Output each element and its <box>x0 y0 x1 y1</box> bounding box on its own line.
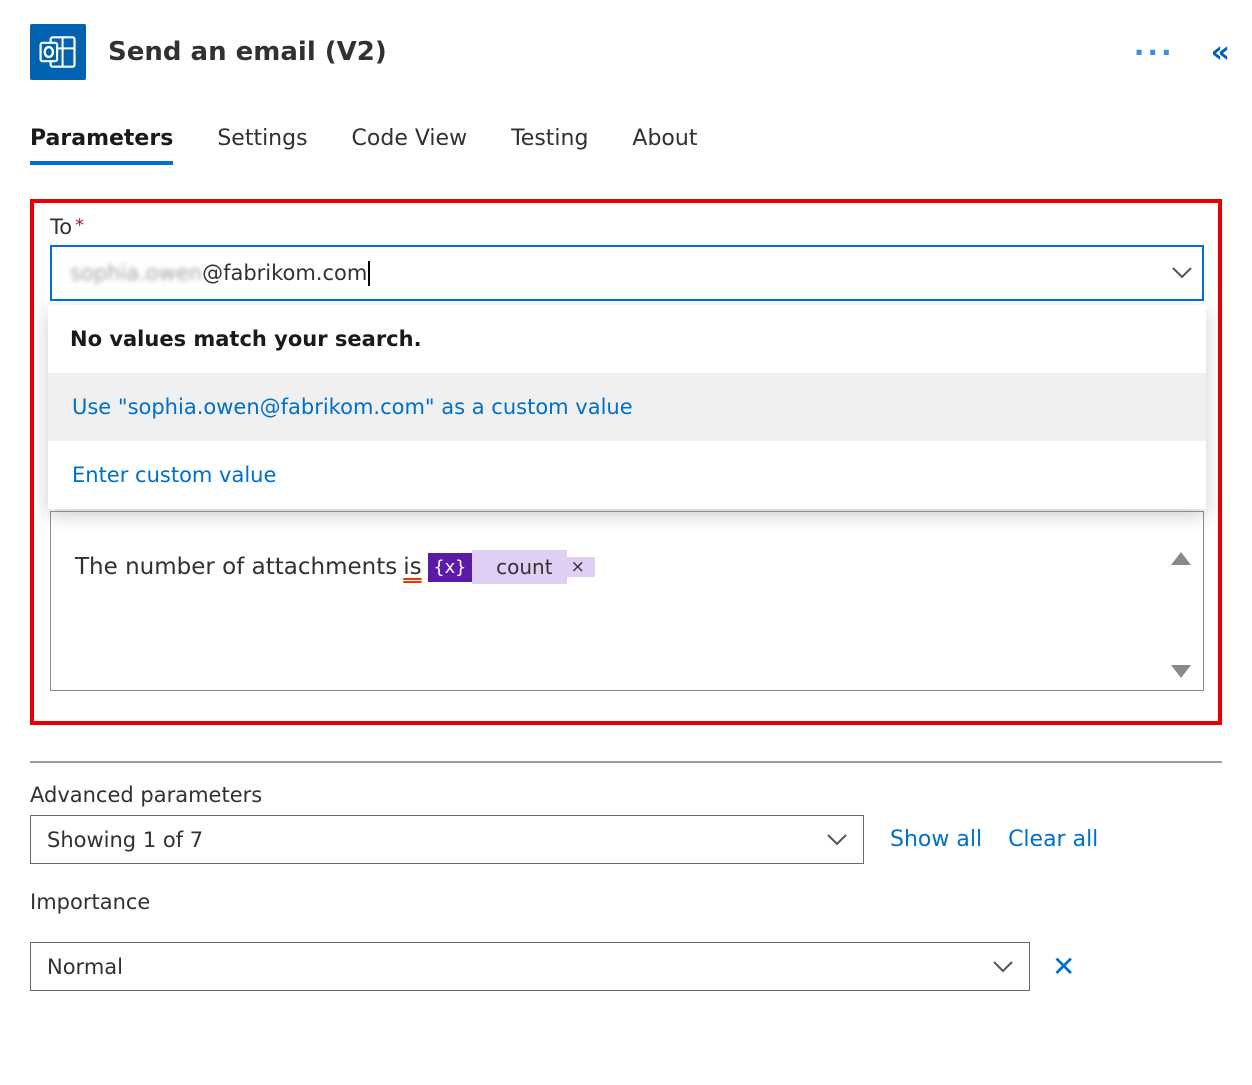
scrollbar[interactable] <box>1171 552 1191 678</box>
body-word-is: is <box>403 554 421 580</box>
more-menu-icon[interactable]: ··· <box>1134 36 1175 69</box>
advanced-parameters-select[interactable]: Showing 1 of 7 <box>30 815 864 864</box>
remove-importance-icon[interactable]: ✕ <box>1052 950 1075 983</box>
dropdown-enter-custom[interactable]: Enter custom value <box>48 441 1206 509</box>
section-divider <box>30 761 1222 763</box>
scroll-down-icon[interactable] <box>1171 665 1191 678</box>
tab-testing[interactable]: Testing <box>511 120 588 165</box>
to-input-value: @fabrikom.com <box>202 261 367 285</box>
dropdown-no-match: No values match your search. <box>48 305 1206 373</box>
tabs: Parameters Settings Code View Testing Ab… <box>30 120 1222 199</box>
chevron-down-icon[interactable] <box>827 834 847 846</box>
advanced-parameters-label: Advanced parameters <box>30 783 1222 815</box>
chevron-down-icon[interactable] <box>993 961 1013 973</box>
to-label: To* <box>50 215 1204 245</box>
body-prefix: The number of attachments <box>75 554 397 580</box>
to-input[interactable]: sophia.owen@fabrikom.com <box>50 245 1204 301</box>
expression-label: count <box>472 550 566 584</box>
tab-settings[interactable]: Settings <box>217 120 307 165</box>
highlighted-region: To* sophia.owen@fabrikom.com No values m… <box>30 199 1222 725</box>
tab-code-view[interactable]: Code View <box>352 120 468 165</box>
to-dropdown: No values match your search. Use "sophia… <box>48 305 1206 509</box>
scroll-up-icon[interactable] <box>1171 552 1191 565</box>
importance-label: Importance <box>30 890 1222 922</box>
expression-token[interactable]: {x} count × <box>428 550 595 584</box>
panel-title: Send an email (V2) <box>108 37 387 67</box>
tab-parameters[interactable]: Parameters <box>30 120 173 165</box>
chevron-down-icon[interactable] <box>1172 267 1192 279</box>
body-text: The number of attachments is {x} count × <box>75 550 595 584</box>
dropdown-use-custom[interactable]: Use "sophia.owen@fabrikom.com" as a cust… <box>48 373 1206 441</box>
outlook-icon <box>30 24 86 80</box>
required-asterisk: * <box>72 215 84 236</box>
collapse-panel-icon[interactable]: « <box>1211 35 1222 70</box>
importance-value: Normal <box>47 955 123 979</box>
panel-header: Send an email (V2) ··· « <box>30 18 1222 120</box>
tab-about[interactable]: About <box>632 120 697 165</box>
importance-select[interactable]: Normal <box>30 942 1030 991</box>
show-all-link[interactable]: Show all <box>890 827 982 852</box>
advanced-showing-value: Showing 1 of 7 <box>47 828 203 852</box>
to-label-text: To <box>50 215 72 239</box>
clear-all-link[interactable]: Clear all <box>1008 827 1098 852</box>
expression-remove-icon[interactable]: × <box>567 557 595 577</box>
text-cursor <box>368 261 370 286</box>
body-editor[interactable]: The number of attachments is {x} count × <box>50 511 1204 691</box>
to-input-redacted: sophia.owen <box>70 261 202 285</box>
expression-icon: {x} <box>428 553 473 582</box>
